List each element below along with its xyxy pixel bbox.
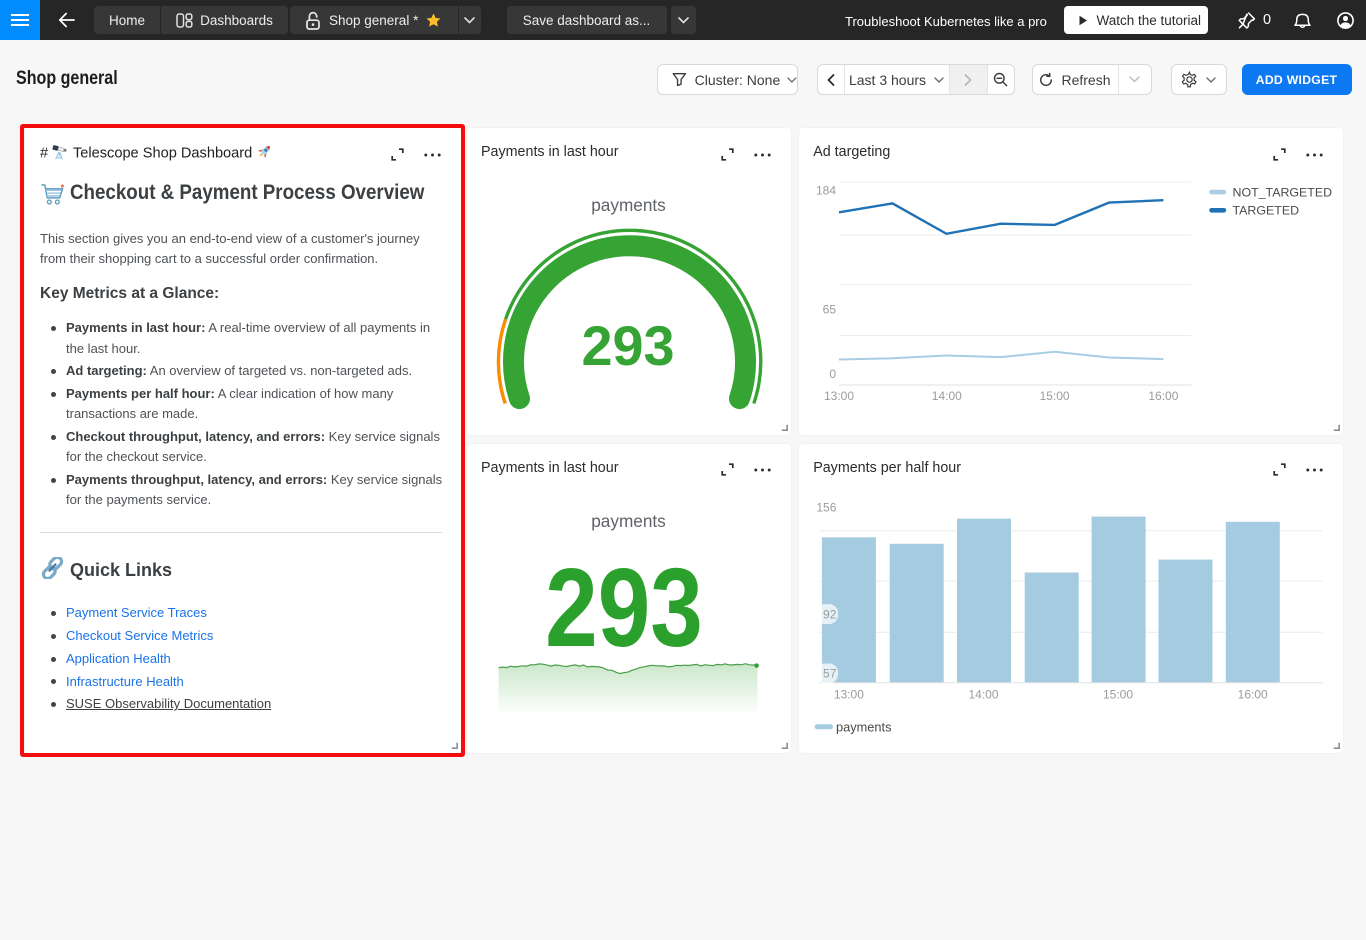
- svg-text:13:00: 13:00: [833, 687, 863, 701]
- svg-text:NOT_TARGETED: NOT_TARGETED: [1232, 186, 1332, 200]
- svg-text:184: 184: [816, 184, 836, 198]
- svg-text:15:00: 15:00: [1039, 389, 1069, 403]
- svg-text:16:00: 16:00: [1237, 687, 1267, 701]
- svg-text:65: 65: [822, 302, 836, 316]
- svg-text:92: 92: [823, 607, 837, 621]
- svg-text:16:00: 16:00: [1148, 389, 1178, 403]
- svg-text:TARGETED: TARGETED: [1232, 204, 1299, 218]
- svg-text:14:00: 14:00: [931, 389, 961, 403]
- svg-text:293: 293: [581, 314, 674, 377]
- svg-text:15:00: 15:00: [1103, 687, 1133, 701]
- svg-text:0: 0: [829, 367, 836, 381]
- svg-text:57: 57: [823, 666, 837, 680]
- svg-text:14:00: 14:00: [968, 687, 998, 701]
- svg-text:13:00: 13:00: [824, 389, 854, 403]
- svg-text:payments: payments: [836, 719, 891, 734]
- svg-text:156: 156: [816, 500, 836, 514]
